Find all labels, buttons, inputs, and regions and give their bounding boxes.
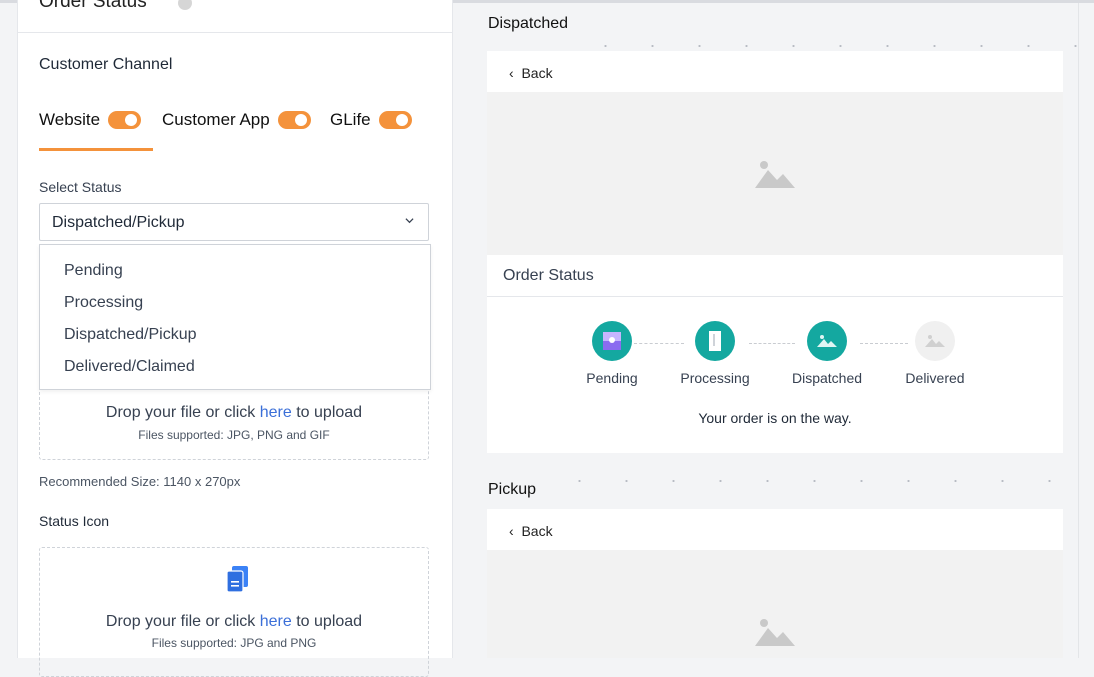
processing-image-icon: [709, 331, 721, 351]
dropdown-option-dispatched-pickup[interactable]: Dispatched/Pickup: [64, 326, 197, 344]
step-label-delivered: Delivered: [905, 370, 965, 386]
upload-text: Drop your file or click: [105, 404, 260, 421]
dropdown-option-delivered-claimed[interactable]: Delivered/Claimed: [64, 358, 195, 376]
step-connector: [749, 343, 795, 344]
channel-tab-website[interactable]: Website: [39, 110, 142, 130]
pickup-preview-title: Pickup: [488, 481, 537, 498]
back-label: Back: [521, 523, 553, 539]
status-select[interactable]: Dispatched/Pickup: [39, 203, 429, 241]
info-icon[interactable]: [178, 0, 192, 10]
step-dispatched-icon: [807, 321, 847, 361]
back-button[interactable]: ‹ Back: [509, 523, 553, 539]
upload-supported-formats: Files supported: JPG, PNG and GIF: [138, 428, 330, 442]
banner-placeholder: [487, 550, 1063, 658]
upload-link[interactable]: here: [260, 404, 292, 421]
dotted-guide: [582, 45, 1077, 47]
upload-link[interactable]: here: [260, 613, 292, 630]
back-bar: ‹ Back: [487, 509, 1063, 550]
step-connector: [860, 343, 908, 344]
upload-text: to upload: [291, 613, 363, 630]
upload-text: to upload: [291, 404, 363, 421]
pending-image-icon: [603, 332, 621, 350]
dotted-guide: [556, 480, 1077, 482]
upload-instruction: Drop your file or click here to upload: [40, 613, 428, 631]
divider: [18, 32, 452, 33]
dispatched-preview-title: Dispatched: [488, 15, 569, 32]
customer-channel-label: Customer Channel: [39, 56, 173, 73]
step-label-processing: Processing: [680, 370, 750, 386]
upload-instruction: Drop your file or click here to upload: [40, 404, 428, 422]
back-label: Back: [521, 65, 553, 81]
dropdown-option-processing[interactable]: Processing: [64, 294, 143, 312]
step-pending-icon: [592, 321, 632, 361]
status-dropdown-menu: Pending Processing Dispatched/Pickup Del…: [39, 244, 431, 390]
image-icon: [817, 335, 837, 347]
step-label-pending: Pending: [586, 370, 638, 386]
step-connector: [634, 343, 684, 344]
upload-supported-formats: Files supported: JPG and PNG: [151, 636, 317, 650]
banner-placeholder: [487, 92, 1063, 255]
order-message: Your order is on the way.: [698, 410, 852, 426]
upload-text: Drop your file or click: [105, 613, 260, 630]
dropdown-option-pending[interactable]: Pending: [64, 262, 123, 280]
chevron-down-icon: [405, 218, 414, 224]
file-upload-icon: [226, 566, 248, 593]
customer-app-toggle[interactable]: [277, 111, 311, 129]
channel-label: Customer App: [162, 110, 270, 129]
section-title: Order Status: [39, 0, 147, 12]
status-icon-label: Status Icon: [39, 513, 110, 529]
step-processing-icon: [695, 321, 735, 361]
channel-label: Website: [39, 110, 101, 129]
image-placeholder-icon: [755, 161, 795, 188]
image-icon: [925, 335, 945, 347]
channel-tab-customer-app[interactable]: Customer App: [162, 110, 311, 130]
preview-edge: [1078, 3, 1079, 658]
active-tab-indicator: [39, 148, 153, 151]
channel-tab-glife[interactable]: GLife: [330, 110, 412, 130]
image-placeholder-icon: [755, 619, 795, 646]
select-value: Dispatched/Pickup: [52, 214, 185, 231]
order-status-title: Order Status: [503, 267, 594, 284]
channel-label: GLife: [330, 110, 371, 129]
settings-panel: Order Status Customer Channel Website Cu…: [17, 0, 453, 677]
recommended-size: Recommended Size: 1140 x 270px: [39, 474, 241, 489]
back-button[interactable]: ‹ Back: [509, 65, 553, 81]
website-toggle[interactable]: [108, 111, 142, 129]
select-status-label: Select Status: [39, 179, 122, 195]
step-delivered-icon: [915, 321, 955, 361]
divider: [487, 296, 1063, 297]
step-label-dispatched: Dispatched: [791, 370, 863, 386]
glife-toggle[interactable]: [378, 111, 412, 129]
back-bar: ‹ Back: [487, 51, 1063, 92]
